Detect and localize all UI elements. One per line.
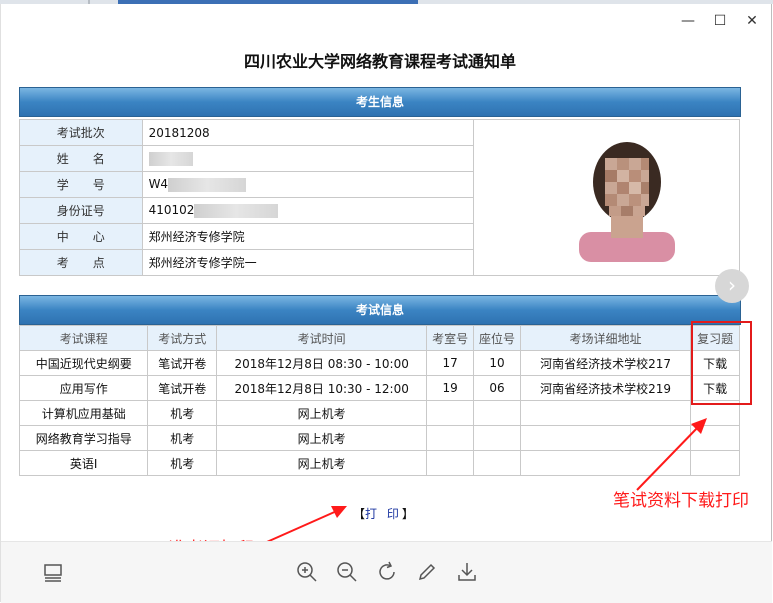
rotate-icon[interactable] [375,560,399,584]
next-page-button[interactable]: › [715,269,749,303]
zoom-out-icon[interactable] [335,560,359,584]
zoom-in-icon[interactable] [295,560,319,584]
edit-pencil-icon[interactable] [415,560,439,584]
thumbnail-view-icon[interactable] [41,560,65,584]
viewer-window: — ☐ ✕ 四川农业大学网络教育课程考试通知单 考生信息 考试批次 201812… [0,4,772,603]
annotation-arrows [250,418,707,550]
chevron-right-icon: › [728,273,736,297]
download-icon[interactable] [455,560,479,584]
viewer-toolbar [1,541,772,603]
